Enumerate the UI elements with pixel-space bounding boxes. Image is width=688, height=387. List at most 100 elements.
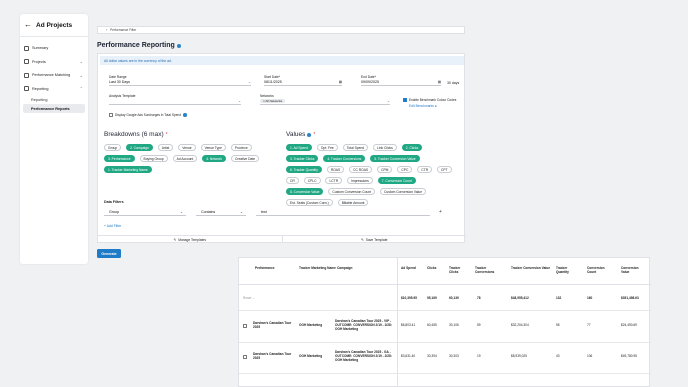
chip-cplc[interactable]: CPLC: [303, 177, 321, 184]
chip-2-campaign[interactable]: 2. Campaign: [126, 144, 153, 151]
calendar-icon[interactable]: ▦: [339, 80, 342, 84]
chip-5-tracker-conversion-value[interactable]: 5. Tracker Conversion Value: [370, 155, 420, 162]
col-header[interactable]: Tracker Marketing Name: [299, 266, 337, 270]
end-date-value: 09/09/2025: [361, 80, 379, 84]
analysis-template-select[interactable]: ⌄: [109, 98, 241, 105]
filter-operator-select[interactable]: Contains ⌄: [196, 208, 246, 216]
network-chip[interactable]: × All Networks: [260, 99, 286, 103]
chip-cpc[interactable]: CPC: [397, 166, 413, 173]
chip-roas[interactable]: ROAS: [326, 166, 345, 173]
chip-6-tracker-quantity[interactable]: 6. Tracker Quantity: [286, 166, 322, 173]
filter-field-select[interactable]: Group ⌄: [104, 208, 186, 216]
filter-value-input[interactable]: test: [256, 208, 430, 216]
chip-est-seats-custom-conv[interactable]: Est. Seats (Custom Conv.): [286, 199, 333, 206]
date-range-select[interactable]: Last 30 Days ⌄: [109, 79, 251, 86]
data-cell: 106: [587, 354, 593, 358]
generate-button[interactable]: Generate: [97, 249, 121, 258]
chip-2-clicks[interactable]: 2. Clicks: [401, 144, 423, 151]
chip-venue-type[interactable]: Venue Type: [200, 144, 226, 151]
benchmark-checkbox-row[interactable]: Enable Benchmark Colour Codes: [403, 98, 456, 102]
sidebar-subitem-performance-reports[interactable]: Performance Reports: [23, 104, 85, 113]
col-header[interactable]: Performance: [255, 266, 275, 270]
chip-total-spend[interactable]: Total Spend: [342, 144, 369, 151]
currency-notice: All dollar values are in the currency of…: [100, 56, 464, 65]
edit-benchmarks-link[interactable]: Edit Benchmarks ●: [409, 104, 437, 108]
col-header[interactable]: Tracker Conversions: [475, 266, 501, 274]
manage-templates-button[interactable]: ✎ Manage Templates: [98, 236, 283, 243]
back-arrow-icon[interactable]: ←: [24, 21, 32, 29]
total-cell: $10,395.95: [401, 296, 417, 300]
chip-venue[interactable]: Venue: [178, 144, 196, 151]
chip-artist[interactable]: Artist: [157, 144, 174, 151]
google-surcharge-row[interactable]: Display Google Ads Surcharges in Total S…: [109, 113, 187, 117]
col-header[interactable]: Ad Spend: [401, 266, 416, 270]
col-header[interactable]: Conversion Value: [621, 266, 647, 274]
chip-8-conversion-value[interactable]: 8. Conversion Value: [286, 188, 324, 195]
chip-lctr[interactable]: LCTR: [325, 177, 343, 184]
chip-4-network[interactable]: 4. Network: [202, 155, 227, 162]
chip-1-ad-spend[interactable]: 1. Ad Spend: [286, 144, 312, 151]
values-chip-list: 1. Ad Spend Opt. Fee Total Spend Link Cl…: [286, 141, 458, 207]
add-filter-link[interactable]: + Add Filter: [104, 224, 121, 228]
chevron-right-icon: ›: [106, 28, 108, 32]
reset-label: Reset: [243, 296, 252, 300]
performance-filter-bar[interactable]: › Performance Filter: [97, 26, 465, 34]
chip-cr[interactable]: CR: [286, 177, 299, 184]
sidebar-item-reporting[interactable]: Reporting ⌃: [20, 82, 88, 95]
chip-7-conversion-count[interactable]: 7. Conversion Count: [377, 177, 416, 184]
chip-custom-conversion-value[interactable]: Custom Conversion Value: [380, 188, 427, 195]
col-header[interactable]: Tracker Conversion Value: [511, 266, 551, 270]
data-cell: $6,803.41: [401, 323, 416, 327]
total-cell: $48,955,412: [511, 296, 529, 300]
remove-filter-icon[interactable]: +: [439, 209, 442, 215]
chip-opt-fee[interactable]: Opt. Fee: [316, 144, 338, 151]
tracker-cell: OOH Marketing: [299, 323, 323, 327]
benchmark-checkbox[interactable]: [403, 98, 407, 102]
table-row[interactable]: Darshan's Canadian Tour 2025 OOH Marketi…: [239, 343, 651, 374]
chevron-down-icon: ⌄: [239, 209, 243, 214]
row-checkbox[interactable]: [243, 324, 247, 328]
data-cell: $49,780.95: [621, 354, 637, 358]
chip-buying-group[interactable]: Buying Group: [139, 155, 168, 162]
col-header[interactable]: Tracker Quantity: [556, 266, 576, 274]
chip-impressions[interactable]: Impressions: [347, 177, 373, 184]
chip-link-clicks[interactable]: Link Clicks: [373, 144, 397, 151]
chip-group[interactable]: Group: [104, 144, 122, 151]
sidebar-item-label: Reporting: [32, 86, 49, 91]
col-header[interactable]: Clicks: [427, 266, 436, 270]
chip-custom-conversion-count[interactable]: Custom Conversion Count: [328, 188, 376, 195]
reset-control[interactable]: Reset ⌄: [243, 296, 255, 300]
chip-cpt[interactable]: CPT: [437, 166, 452, 173]
networks-select[interactable]: × All Networks ⌄: [260, 98, 390, 105]
info-icon[interactable]: [307, 132, 312, 137]
sidebar-item-performance-matching[interactable]: Performance Matching ⌄: [20, 69, 88, 82]
col-header[interactable]: Conversion Count: [587, 266, 613, 274]
row-checkbox[interactable]: [243, 355, 247, 359]
chip-billable-amount[interactable]: Billable Amount: [337, 199, 369, 206]
chip-1-tracker-marketing-name[interactable]: 1. Tracker Marketing Name: [104, 166, 152, 173]
chip-cpm[interactable]: CPM: [377, 166, 393, 173]
col-header[interactable]: Tracker Clicks: [449, 266, 465, 274]
pencil-icon: ✎: [173, 237, 177, 242]
calendar-icon[interactable]: ▦: [438, 80, 441, 84]
sidebar-item-projects[interactable]: Projects ⌄: [20, 55, 88, 68]
projects-icon: [24, 59, 29, 64]
end-date-field[interactable]: 09/09/2025 ▦: [361, 79, 441, 86]
google-surcharge-checkbox[interactable]: [109, 113, 113, 117]
sidebar-subitem-reporting[interactable]: Reporting: [23, 95, 85, 104]
chip-ad-account[interactable]: Ad Account: [172, 155, 198, 162]
sidebar-item-summary[interactable]: Summary: [20, 42, 88, 55]
info-icon[interactable]: [183, 113, 187, 117]
chip-cc-roas[interactable]: CC ROAS: [349, 166, 373, 173]
save-template-button[interactable]: ✎ Save Template: [283, 236, 467, 243]
chip-4-tracker-conversions[interactable]: 4. Tracker Conversions: [323, 155, 366, 162]
chip-creative-date[interactable]: Creative Date: [230, 155, 260, 162]
chip-3-tracker-clicks[interactable]: 3. Tracker Clicks: [286, 155, 319, 162]
table-row[interactable]: Darshan's Canadian Tour 2025 OOH Marketi…: [239, 312, 651, 343]
chip-ctr[interactable]: CTR: [417, 166, 433, 173]
info-icon[interactable]: [176, 43, 181, 48]
chip-province[interactable]: Province: [230, 144, 252, 151]
start-date-field[interactable]: 08/11/2025 ▦: [264, 79, 342, 86]
chip-3-performance[interactable]: 3. Performance: [104, 155, 135, 162]
col-header[interactable]: Campaign: [337, 266, 352, 270]
